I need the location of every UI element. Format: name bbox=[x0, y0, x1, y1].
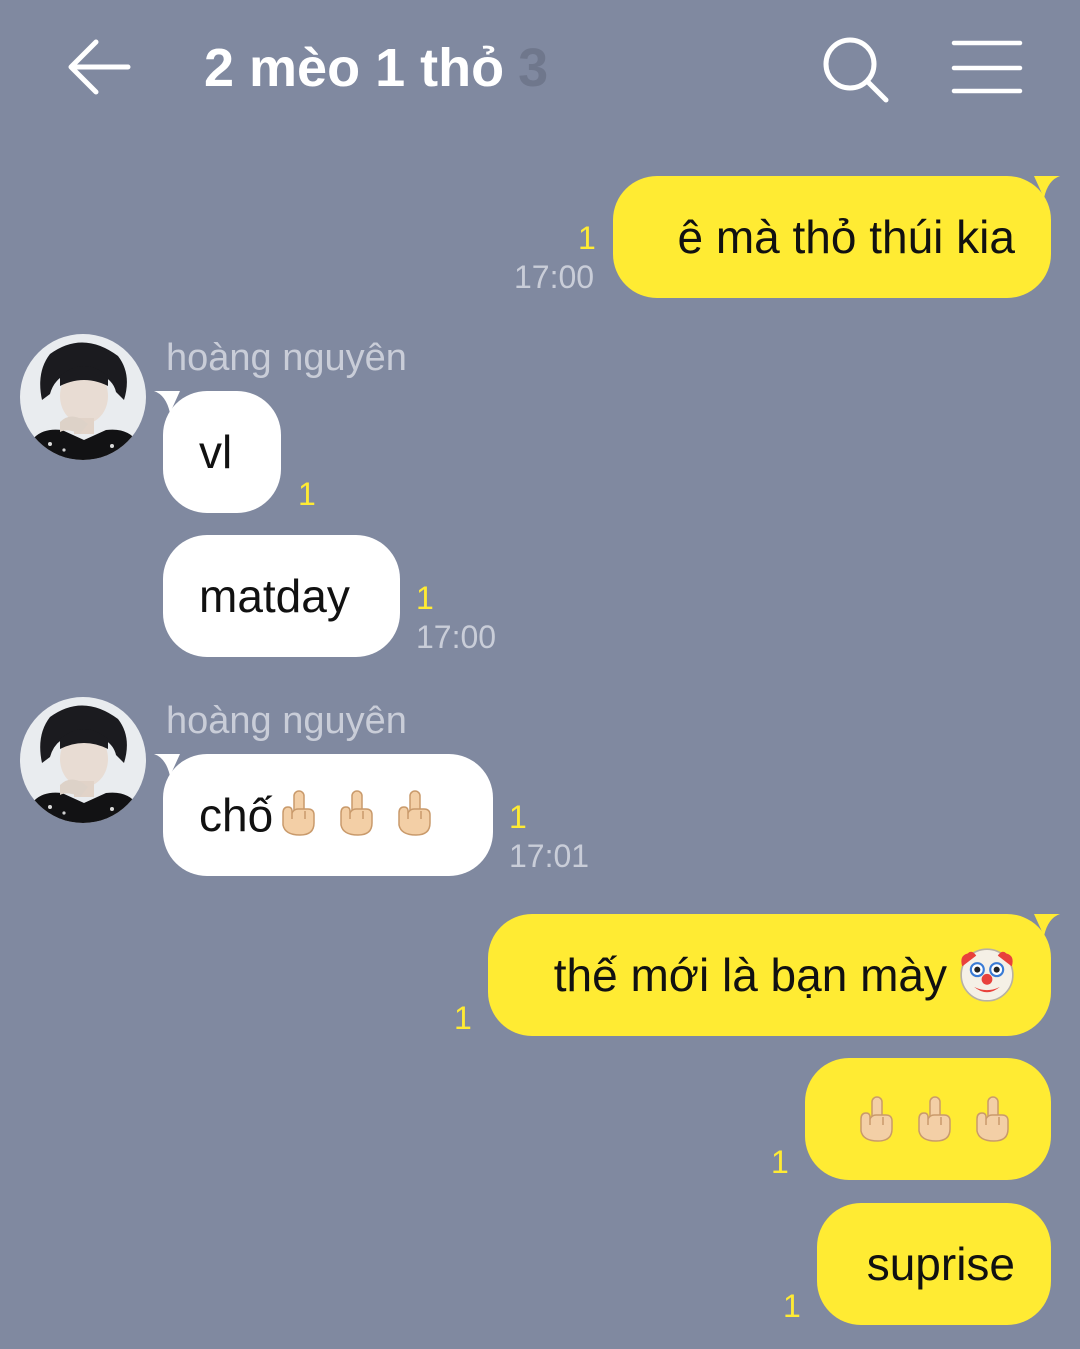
back-arrow-icon bbox=[68, 39, 131, 95]
avatar-photo bbox=[20, 334, 146, 460]
outgoing-message-bubble[interactable]: thế mới là bạn mày bbox=[488, 914, 1051, 1036]
outgoing-message-bubble[interactable]: suprise bbox=[817, 1203, 1051, 1325]
search-button[interactable] bbox=[818, 32, 894, 108]
sender-name: hoàng nguyên bbox=[166, 700, 407, 742]
clown-face-emoji bbox=[960, 947, 1014, 1002]
sender-name: hoàng nguyên bbox=[166, 337, 407, 379]
read-count: 1 bbox=[454, 1000, 472, 1036]
message-text: thế mới là bạn mày bbox=[553, 948, 947, 1001]
bubble-tail bbox=[1034, 914, 1060, 936]
bubble-tail bbox=[154, 754, 180, 776]
hamburger-menu-icon bbox=[951, 40, 1023, 94]
message-text: suprise bbox=[866, 1238, 1015, 1290]
middle-finger-emoji bbox=[976, 1096, 1009, 1142]
message-text: ê mà thỏ thúi kia bbox=[677, 211, 1015, 263]
message-time: 17:00 bbox=[514, 259, 595, 295]
middle-finger-emoji bbox=[918, 1096, 951, 1142]
incoming-message-bubble[interactable]: matday bbox=[163, 535, 400, 657]
chat-header: 2 mèo 1 thỏ 3 bbox=[0, 0, 1080, 135]
read-count: 1 bbox=[771, 1144, 789, 1180]
sender-avatar[interactable] bbox=[20, 697, 146, 823]
read-count: 1 bbox=[783, 1288, 801, 1324]
message-text: matday bbox=[199, 570, 350, 622]
sender-avatar[interactable] bbox=[20, 334, 146, 460]
message-text: vl bbox=[199, 426, 233, 478]
chat-room-name: 2 mèo 1 thỏ bbox=[204, 38, 505, 98]
read-count: 1 bbox=[509, 799, 527, 835]
message-time: 17:01 bbox=[509, 838, 590, 874]
middle-finger-emoji bbox=[398, 790, 431, 836]
back-button[interactable] bbox=[62, 32, 134, 104]
incoming-message-bubble[interactable]: chố bbox=[163, 754, 493, 876]
read-count: 1 bbox=[416, 580, 434, 616]
avatar-photo bbox=[20, 697, 146, 823]
middle-finger-emoji bbox=[340, 790, 373, 836]
search-icon bbox=[823, 37, 889, 103]
chat-title: 2 mèo 1 thỏ 3 bbox=[204, 36, 548, 100]
message-time: 17:00 bbox=[416, 619, 497, 655]
read-count: 1 bbox=[578, 220, 596, 256]
incoming-message-bubble[interactable]: vl bbox=[163, 391, 281, 513]
read-count: 1 bbox=[298, 476, 316, 512]
middle-finger-emoji bbox=[860, 1096, 893, 1142]
member-count: 3 bbox=[518, 38, 549, 98]
bubble-tail bbox=[1034, 176, 1060, 198]
message-text: chố bbox=[199, 788, 274, 841]
outgoing-message-bubble[interactable] bbox=[805, 1058, 1051, 1180]
outgoing-message-bubble[interactable]: ê mà thỏ thúi kia bbox=[613, 176, 1051, 298]
middle-finger-emoji bbox=[282, 790, 315, 836]
bubble-tail bbox=[154, 391, 180, 413]
menu-button[interactable] bbox=[948, 36, 1026, 100]
